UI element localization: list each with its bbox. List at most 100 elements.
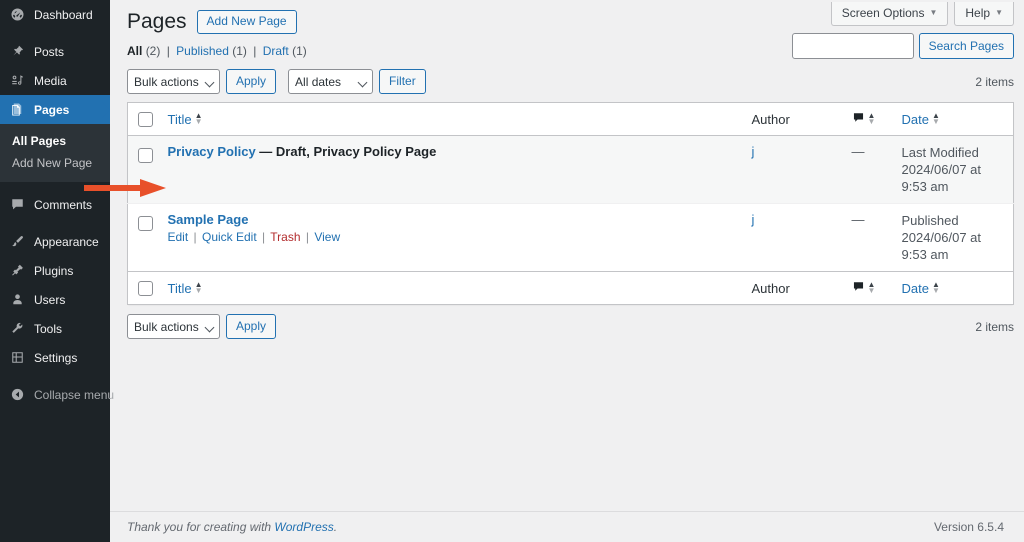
table-row: Privacy Policy — Draft, Privacy Policy P… [127,135,1014,204]
row-action-edit[interactable]: Edit [168,230,189,244]
footer-thanks-text: Thank you for creating with [127,520,275,534]
tablenav-bottom: Bulk actions Apply 2 items [110,305,1024,347]
sidebar-item-users[interactable]: Users [0,285,110,314]
sidebar-divider [0,182,110,190]
sort-arrows-icon: ▲ ▼ [931,111,940,127]
sidebar-item-pages[interactable]: Pages [0,95,110,124]
sidebar-submenu-pages: All Pages Add New Page [0,124,110,182]
row-action-trash[interactable]: Trash [270,230,300,244]
sidebar-item-label: Media [34,73,67,88]
filter-button[interactable]: Filter [379,69,426,94]
select-all-checkbox-top[interactable] [138,112,153,128]
sidebar-item-label: Settings [34,350,78,365]
sidebar-item-tools[interactable]: Tools [0,314,110,343]
filter-separator: | [166,44,170,58]
row-post-state: — Draft, Privacy Policy Page [259,144,437,160]
row-title-cell: Sample Page Edit | Quick Edit | Trash | … [158,204,742,272]
column-header-comments: ▲ ▼ [842,103,892,136]
screen-options-button[interactable]: Screen Options ▼ [830,2,949,26]
row-action-view[interactable]: View [314,230,340,244]
column-footer-title: Title ▲ ▼ [158,272,742,305]
sidebar-item-label: Tools [34,321,63,336]
sidebar-item-label: Pages [34,102,70,117]
footer-wordpress-link[interactable]: WordPress [274,520,333,534]
row-comments-cell: — [842,136,892,204]
row-select-cell [128,136,158,204]
help-label: Help [965,6,991,20]
row-title-link-privacy-policy[interactable]: Privacy Policy [168,144,256,159]
sidebar-item-label: Plugins [34,263,74,278]
sort-title-link-top[interactable]: Title ▲ ▼ [168,112,203,127]
sidebar-item-label: Collapse menu [34,387,115,402]
row-title-link-sample-page[interactable]: Sample Page [168,212,249,227]
filter-link-all[interactable]: All [127,44,142,58]
filter-link-draft[interactable]: Draft [263,44,289,58]
select-all-checkbox-bottom[interactable] [138,281,153,297]
sidebar-item-comments[interactable]: Comments [0,190,110,219]
admin-sidebar: Dashboard Posts Media Pages All Pages Ad… [0,0,114,542]
apply-button-bottom[interactable]: Apply [226,314,277,340]
column-footer-date: Date ▲ ▼ [892,272,1014,305]
column-title-label: Title [167,280,192,296]
sort-date-link-top[interactable]: Date ▲ ▼ [902,112,940,127]
sidebar-item-dashboard[interactable]: Dashboard [0,0,110,29]
row-comments-value: — [851,144,865,160]
sort-comments-link-top[interactable]: ▲ ▼ [852,111,875,127]
table-head: Title ▲ ▼ Author ▲ ▼ Date ▲ ▼ [127,103,1014,136]
column-date-label: Date [901,280,929,296]
pages-list-table: Title ▲ ▼ Author ▲ ▼ Date ▲ ▼ Privacy Po… [127,102,1014,306]
settings-icon [8,349,26,367]
row-action-separator: | [305,230,309,245]
sidebar-subitem-add-new-page[interactable]: Add New Page [0,152,110,174]
row-action-quick-edit[interactable]: Quick Edit [202,230,257,244]
sort-title-link-bottom[interactable]: Title ▲ ▼ [168,281,203,296]
sidebar-subitem-all-pages[interactable]: All Pages [0,130,110,152]
row-date-value: 2024/06/07 at 9:53 am [901,162,982,195]
row-author-link[interactable]: j [752,212,755,227]
sidebar-item-label: Comments [34,197,93,212]
brush-icon [8,233,26,251]
row-action-separator: | [262,230,266,245]
dashboard-icon [8,6,26,24]
apply-button-top[interactable]: Apply [226,69,277,94]
filter-all-count: (2) [145,44,161,58]
sidebar-item-settings[interactable]: Settings [0,343,110,372]
row-author-link[interactable]: j [752,144,755,159]
row-checkbox-privacy-policy[interactable] [138,148,153,164]
table-row: Sample Page Edit | Quick Edit | Trash | … [128,204,1014,272]
row-date-status: Last Modified [901,145,979,161]
collapse-icon [8,386,26,404]
filter-separator: | [253,44,257,58]
help-button[interactable]: Help ▼ [954,2,1014,26]
select-all-footer [128,272,158,305]
sidebar-item-collapse-menu[interactable]: Collapse menu [0,380,114,409]
sort-date-link-bottom[interactable]: Date ▲ ▼ [902,281,940,296]
row-checkbox-sample-page[interactable] [138,216,153,232]
sidebar-subitem-label: All Pages [12,134,67,148]
bulk-actions-select-top[interactable]: Bulk actions [127,69,220,94]
sidebar-item-posts[interactable]: Posts [0,37,110,66]
search-input[interactable] [791,33,914,59]
search-pages-button[interactable]: Search Pages [918,33,1014,59]
table-header-row: Title ▲ ▼ Author ▲ ▼ Date ▲ ▼ [127,103,1014,136]
sidebar-subitem-label: Add New Page [12,156,93,170]
bulk-actions-select-bottom[interactable]: Bulk actions [127,314,220,340]
filter-published-label: Published [176,44,229,58]
chevron-down-icon: ▼ [995,8,1003,17]
sidebar-item-label: Dashboard [34,7,93,22]
sidebar-item-appearance[interactable]: Appearance [0,227,110,256]
sidebar-item-media[interactable]: Media [0,66,110,95]
sidebar-divider [0,372,110,380]
comment-bubble-icon [852,111,865,127]
date-filter-select[interactable]: All dates [288,69,374,94]
main-content: Screen Options ▼ Help ▼ Search Pages Pag… [110,0,1024,542]
add-new-page-button[interactable]: Add New Page [196,10,297,34]
sort-comments-link-bottom[interactable]: ▲ ▼ [852,280,875,296]
column-author-label: Author [751,280,790,296]
footer-thanks: Thank you for creating with WordPress. [127,520,337,534]
row-select-cell [128,204,158,272]
sidebar-item-plugins[interactable]: Plugins [0,256,110,285]
filter-link-published[interactable]: Published [176,44,229,58]
filter-published-count: (1) [232,44,247,58]
screen-options-label: Screen Options [841,6,925,20]
